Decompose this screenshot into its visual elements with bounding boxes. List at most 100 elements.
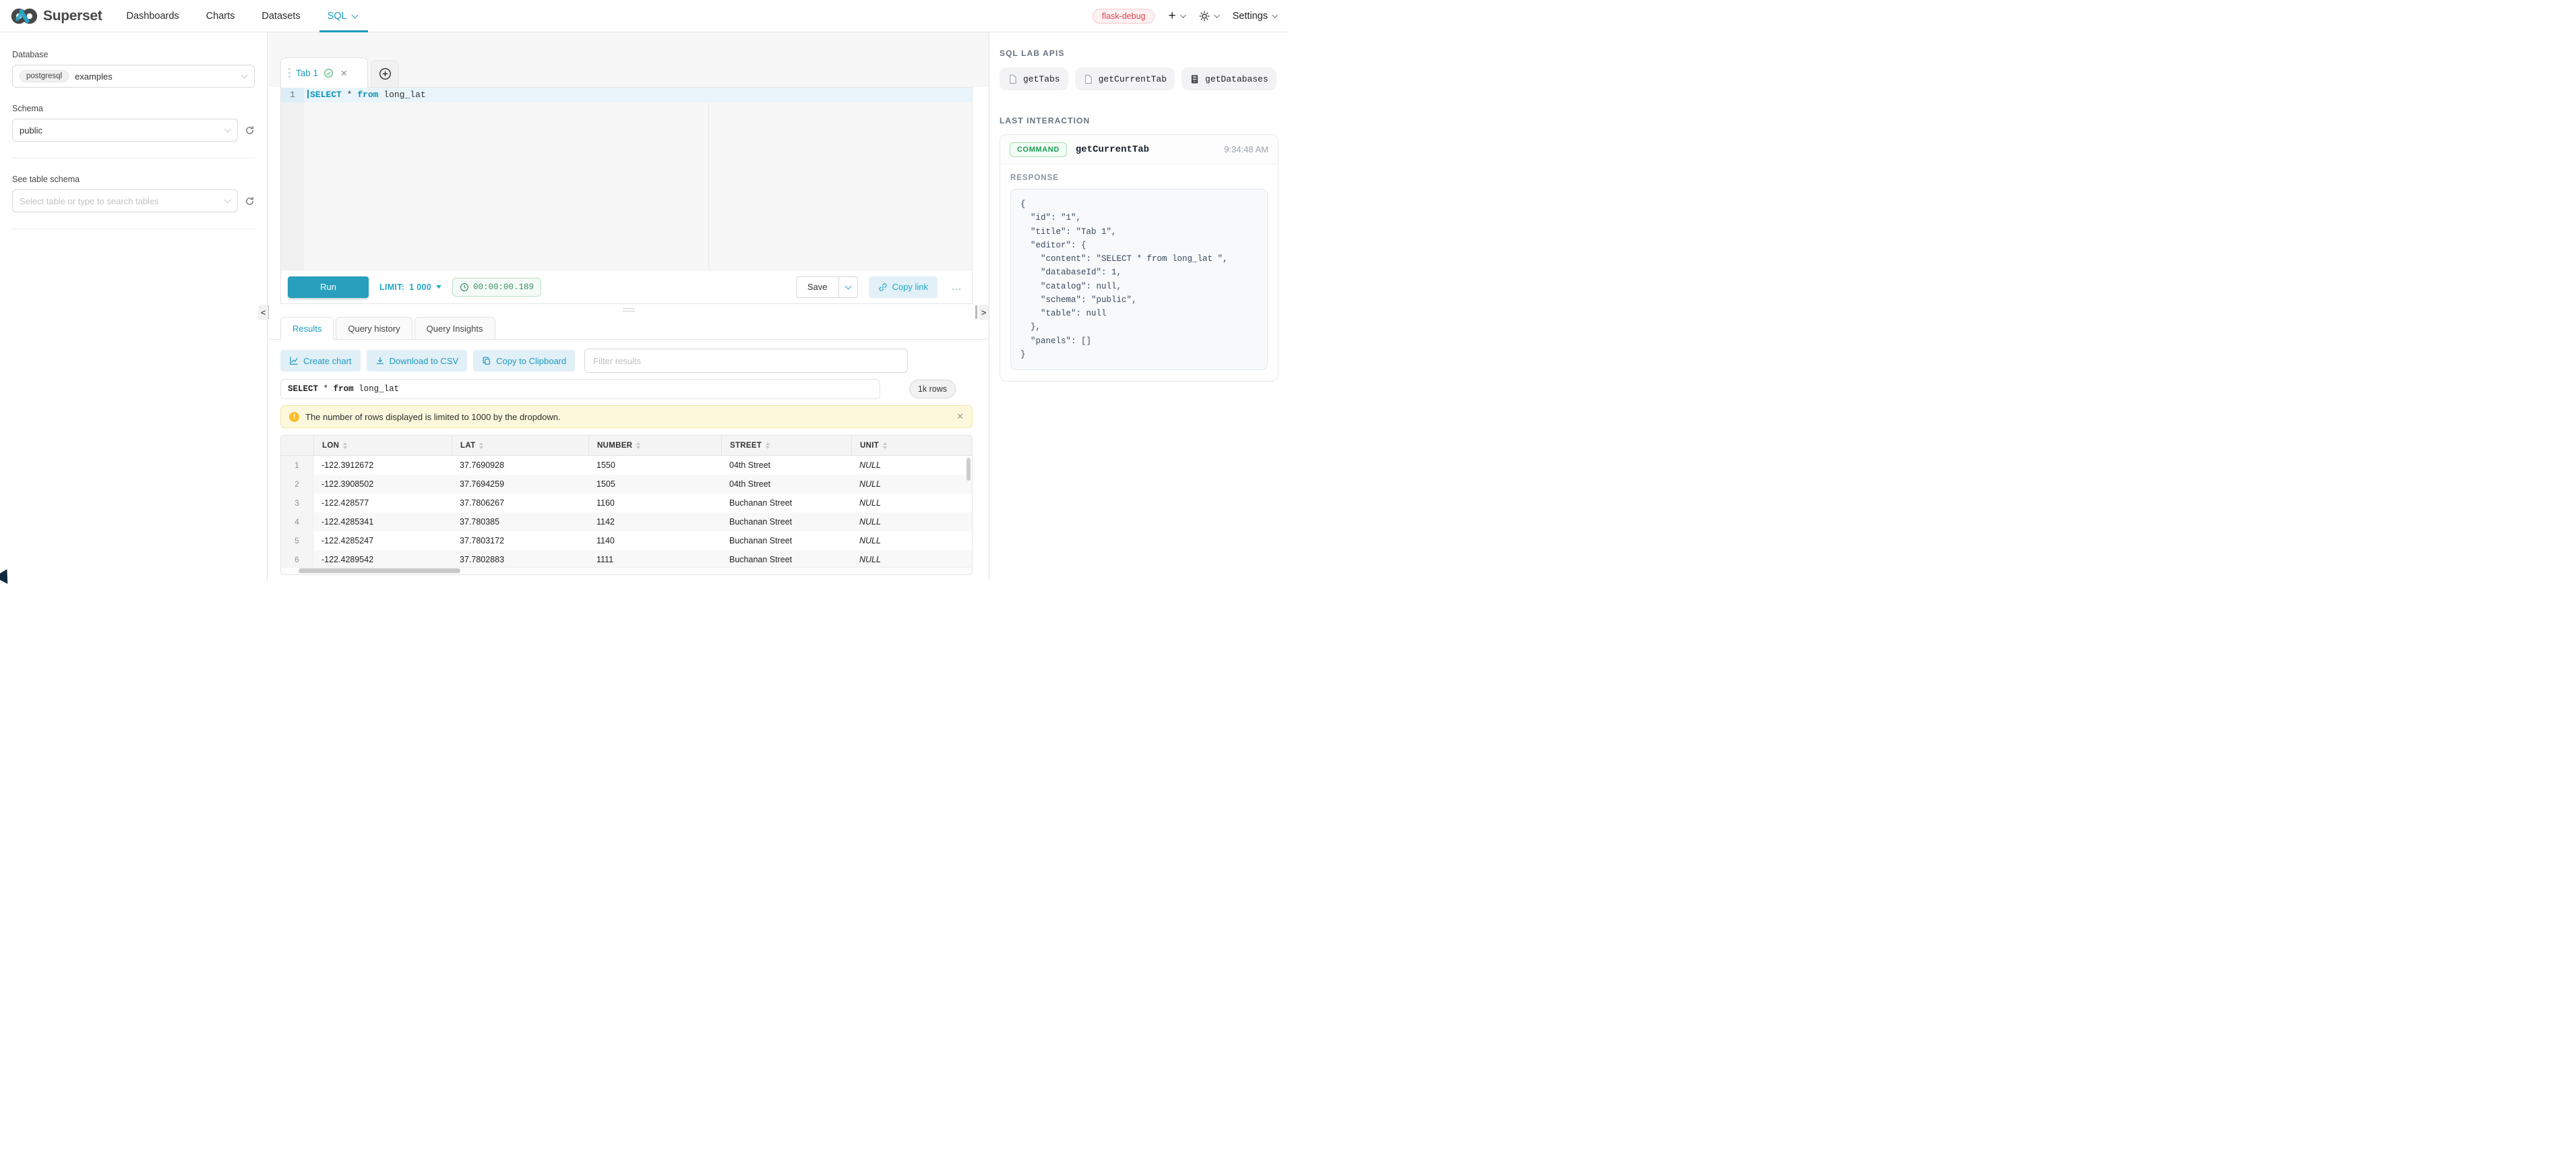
drag-handle-icon[interactable] [288,68,290,78]
schema-label: Schema [12,104,255,113]
refresh-schemas-button[interactable] [245,125,255,136]
cell-lon: -122.3908502 [313,475,452,494]
download-csv-label: Download to CSV [390,356,459,366]
schema-value: public [20,125,42,136]
superset-logo[interactable]: Superset [11,7,102,25]
sort-icon [636,442,640,449]
sun-icon [1199,11,1210,22]
cell-lon: -122.3912672 [313,456,452,475]
schema-select[interactable]: public [12,119,238,142]
get-databases-label: getDatabases [1205,74,1268,84]
close-tab-icon[interactable]: ✕ [340,68,347,78]
superset-logo-icon [11,7,38,25]
plus-circle-icon [379,67,392,80]
run-button[interactable]: Run [288,276,369,298]
editor-active-line: SELECT * from long_lat [304,88,972,102]
get-current-tab-label: getCurrentTab [1099,74,1167,84]
database-select[interactable]: postgresql examples [12,65,255,88]
column-header-lat[interactable]: LAT [452,436,588,455]
collapse-right-panel-button[interactable]: > [979,305,989,320]
results-actions: Create chart Download to CSV Copy to Cli… [280,349,973,373]
cell-unit: NULL [851,475,972,494]
copy-icon [482,356,491,365]
sql-editor-textarea[interactable]: 1 SELECT * from long_lat [281,88,972,270]
right-pane-scrollbar[interactable] [975,305,977,319]
warning-text: The number of rows displayed is limited … [305,412,561,422]
query-tab[interactable]: Tab 1 ✕ [280,57,368,88]
row-number-header [281,436,313,455]
cell-lat: 37.7694259 [452,475,588,494]
copy-link-button[interactable]: Copy link [869,276,938,298]
cell-number: 1160 [588,494,721,512]
sqllab-api-panel: SQL LAB APIS getTabs getCurrentTab [989,32,1288,580]
copy-clipboard-label: Copy to Clipboard [496,356,566,366]
chevron-down-icon [1272,12,1277,18]
save-options-button[interactable] [838,277,857,297]
column-header-number[interactable]: NUMBER [588,436,721,455]
limit-dropdown[interactable]: LIMIT: 1 000 [379,282,441,292]
editor-gutter: 1 [281,88,304,270]
nav-sql[interactable]: SQL [328,0,357,32]
column-header-unit[interactable]: UNIT [851,436,972,455]
copy-link-label: Copy link [892,282,928,292]
tab-query-insights[interactable]: Query Insights [415,317,495,340]
caret-down-icon [436,285,441,289]
cell-number: 1505 [588,475,721,494]
editor-tabstrip: Tab 1 ✕ [268,32,989,87]
column-label: NUMBER [597,442,632,450]
row-number: 6 [281,550,313,569]
top-navbar: Superset Dashboards Charts Datasets SQL … [0,0,1288,32]
brand-title: Superset [43,8,102,24]
vertical-scrollbar[interactable] [967,458,971,481]
command-badge: COMMAND [1010,142,1067,157]
cell-unit: NULL [851,531,972,550]
nav-datasets-label: Datasets [262,11,300,22]
download-csv-button[interactable]: Download to CSV [367,350,468,371]
table-row: 2 -122.3908502 37.7694259 1505 04th Stre… [281,475,972,494]
interaction-card-body: RESPONSE { "id": "1", "title": "Tab 1", … [1000,165,1278,381]
pane-resize-handle[interactable] [268,305,989,314]
column-header-lon[interactable]: LON [313,436,452,455]
nav-dashboards[interactable]: Dashboards [126,0,179,32]
collapse-left-panel-button[interactable]: < [258,305,268,320]
filter-results-input[interactable] [584,349,908,373]
interaction-timestamp: 9:34:48 AM [1224,144,1268,154]
column-header-street[interactable]: STREET [721,436,851,455]
save-button[interactable]: Save [797,277,838,297]
tab-query-history[interactable]: Query history [336,317,412,340]
cell-lat: 37.7803172 [452,531,588,550]
sql-editor: 1 SELECT * from long_lat Run LIMIT: 1 00… [280,87,973,304]
cell-street: Buchanan Street [721,512,851,531]
settings-label: Settings [1233,11,1268,22]
get-databases-button[interactable]: getDatabases [1182,67,1277,90]
results-tabstrip: Results Query history Query Insights [280,317,973,340]
sort-icon [343,442,347,449]
get-tabs-button[interactable]: getTabs [1000,67,1068,90]
create-chart-label: Create chart [303,356,352,366]
cell-unit: NULL [851,550,972,569]
copy-clipboard-button[interactable]: Copy to Clipboard [473,350,575,371]
settings-menu[interactable]: Settings [1233,11,1277,22]
horizontal-scrollbar[interactable] [299,568,460,573]
table-select[interactable]: Select table or type to search tables [12,189,238,212]
nav-datasets[interactable]: Datasets [262,0,300,32]
get-current-tab-button[interactable]: getCurrentTab [1075,67,1175,90]
nav-sql-label: SQL [328,11,347,22]
cell-number: 1550 [588,456,721,475]
sort-icon [766,442,770,449]
tab-results[interactable]: Results [280,317,334,340]
cell-number: 1111 [588,550,721,569]
refresh-tables-button[interactable] [245,196,255,206]
theme-toggle-button[interactable] [1199,11,1219,22]
chevron-down-icon [224,197,231,204]
more-options-button[interactable]: … [948,281,965,293]
new-item-button[interactable]: + [1168,9,1185,22]
cell-number: 1142 [588,512,721,531]
nav-charts[interactable]: Charts [206,0,235,32]
cabinet-icon [1190,74,1200,84]
sort-icon [479,442,483,449]
close-icon[interactable]: ✕ [956,411,964,422]
cell-lat: 37.780385 [452,512,588,531]
new-tab-button[interactable] [371,60,399,87]
create-chart-button[interactable]: Create chart [280,350,361,371]
